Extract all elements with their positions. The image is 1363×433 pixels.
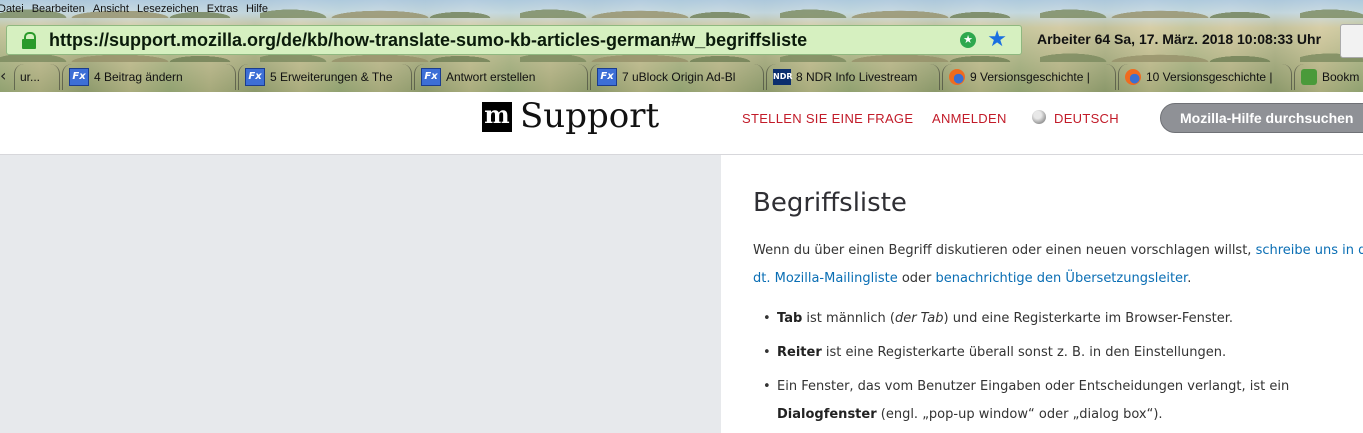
tab-scroll-left-icon[interactable]: ‹ bbox=[0, 66, 6, 85]
lock-icon[interactable] bbox=[21, 31, 39, 49]
tab-label: ur... bbox=[20, 70, 41, 84]
term-text: ist eine Registerkarte überall sonst z. … bbox=[821, 345, 1227, 360]
menu-bar: Datei Bearbeiten Ansicht Lesezeichen Ext… bbox=[0, 0, 276, 18]
intro-text: . bbox=[1187, 271, 1192, 286]
tab-label: Antwort erstellen bbox=[446, 70, 536, 84]
fx-icon: Fx bbox=[69, 68, 89, 86]
fx-icon: Fx bbox=[597, 68, 617, 86]
tab[interactable]: ur... bbox=[14, 64, 60, 90]
tab-label: 8 NDR Info Livestream bbox=[796, 70, 918, 84]
term: Dialogfenster bbox=[777, 407, 877, 422]
nav-language[interactable]: DEUTSCH bbox=[1054, 111, 1119, 126]
notify-translator-link[interactable]: benachrichtige den Übersetzungsleiter bbox=[936, 271, 1188, 286]
nav-ask-question[interactable]: STELLEN SIE EINE FRAGE bbox=[742, 111, 913, 126]
sidebar-area bbox=[0, 155, 721, 433]
tab-label: 9 Versionsgeschichte | bbox=[970, 70, 1090, 84]
status-clock: Arbeiter 64 Sa, 17. März. 2018 10:08:33 … bbox=[1037, 31, 1322, 47]
term-list: • Tab ist männlich (der Tab) und eine Re… bbox=[763, 305, 1363, 429]
mailinglist-link[interactable]: dt. Mozilla-Mailingliste bbox=[753, 271, 898, 286]
mailinglist-link[interactable]: schreibe uns in d bbox=[1256, 243, 1363, 258]
tab-strip: ‹ ur... Fx 4 Beitrag ändern Fx 5 Erweite… bbox=[0, 62, 1363, 92]
term: Tab bbox=[777, 311, 803, 326]
term-text: ) und eine Registerkarte im Browser-Fens… bbox=[943, 311, 1233, 326]
globe-icon bbox=[1032, 110, 1046, 124]
browser-chrome: Datei Bearbeiten Ansicht Lesezeichen Ext… bbox=[0, 0, 1363, 92]
term-text: Ein Fenster, das vom Benutzer Eingaben o… bbox=[777, 379, 1290, 394]
menu-hilfe[interactable]: Hilfe bbox=[246, 0, 276, 18]
tab-label: 10 Versionsgeschichte | bbox=[1146, 70, 1273, 84]
bookmark-star-icon[interactable]: ★ bbox=[987, 27, 1007, 53]
menu-lesezeichen[interactable]: Lesezeichen bbox=[137, 0, 207, 18]
tab-label: 4 Beitrag ändern bbox=[94, 70, 183, 84]
menu-datei[interactable]: Datei bbox=[0, 0, 32, 18]
term-text: (engl. „pop-up window“ oder „dialog box“… bbox=[876, 407, 1163, 422]
ndr-icon: NDR bbox=[773, 69, 793, 85]
intro-paragraph: Wenn du über einen Begriff diskutieren o… bbox=[753, 237, 1363, 293]
mozilla-logo-icon[interactable]: m bbox=[482, 102, 512, 132]
menu-extras[interactable]: Extras bbox=[207, 0, 246, 18]
tab[interactable]: 9 Versionsgeschichte | bbox=[942, 64, 1116, 90]
tab[interactable]: Fx 5 Erweiterungen & The bbox=[238, 64, 412, 90]
intro-text: oder bbox=[897, 271, 936, 286]
tab[interactable]: Fx 7 uBlock Origin Ad-Bl bbox=[590, 64, 764, 90]
list-item: • Tab ist männlich (der Tab) und eine Re… bbox=[763, 305, 1363, 333]
section-heading: Begriffsliste bbox=[753, 188, 907, 218]
tab[interactable]: Fx 4 Beitrag ändern bbox=[62, 64, 236, 90]
term: Reiter bbox=[777, 345, 822, 360]
nav-sign-in[interactable]: ANMELDEN bbox=[932, 111, 1007, 126]
site-logo-text[interactable]: Support bbox=[520, 96, 659, 136]
url-bar[interactable]: https://support.mozilla.org/de/kb/how-tr… bbox=[6, 25, 1022, 55]
search-input[interactable]: Mozilla-Hilfe durchsuchen bbox=[1160, 103, 1363, 133]
tab[interactable]: 10 Versionsgeschichte | bbox=[1118, 64, 1292, 90]
tab[interactable]: NDR 8 NDR Info Livestream bbox=[766, 64, 940, 90]
tab[interactable]: Fx Antwort erstellen bbox=[414, 64, 588, 90]
list-item: • Reiter ist eine Registerkarte überall … bbox=[763, 339, 1363, 367]
term-text: ist männlich ( bbox=[802, 311, 895, 326]
bullet: • bbox=[763, 311, 771, 326]
page-action-icon[interactable]: ★ bbox=[960, 32, 976, 48]
fx-icon: Fx bbox=[245, 68, 265, 86]
tab-label: 5 Erweiterungen & The bbox=[270, 70, 393, 84]
tab-label: Bookm bbox=[1322, 70, 1360, 84]
url-text[interactable]: https://support.mozilla.org/de/kb/how-tr… bbox=[49, 30, 807, 51]
firefox-icon bbox=[949, 69, 965, 85]
list-item: • Ein Fenster, das vom Benutzer Eingaben… bbox=[763, 373, 1363, 429]
tab-label: 7 uBlock Origin Ad-Bl bbox=[622, 70, 736, 84]
bookmark-icon bbox=[1301, 69, 1317, 85]
tab[interactable]: Bookm bbox=[1294, 64, 1363, 90]
intro-text: Wenn du über einen Begriff diskutieren o… bbox=[753, 243, 1256, 258]
toolbar-button[interactable] bbox=[1340, 24, 1363, 58]
bullet: • bbox=[763, 345, 771, 360]
firefox-icon bbox=[1125, 69, 1141, 85]
fx-icon: Fx bbox=[421, 68, 441, 86]
term-text: der Tab bbox=[894, 311, 944, 326]
menu-ansicht[interactable]: Ansicht bbox=[93, 0, 137, 18]
site-header: m Support STELLEN SIE EINE FRAGE ANMELDE… bbox=[0, 92, 1363, 155]
bullet: • bbox=[763, 379, 771, 394]
menu-bearbeiten[interactable]: Bearbeiten bbox=[32, 0, 93, 18]
article-content: Begriffsliste Wenn du über einen Begriff… bbox=[722, 155, 1363, 433]
